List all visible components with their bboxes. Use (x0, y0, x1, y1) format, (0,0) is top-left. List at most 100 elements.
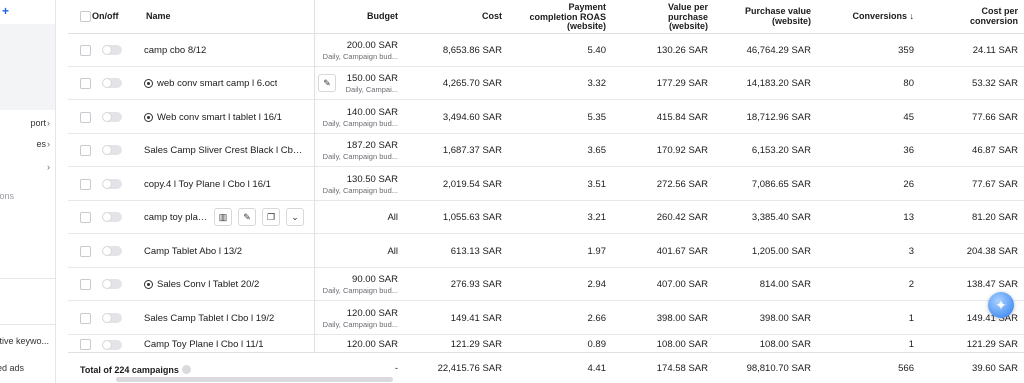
sidebar-item-ads[interactable]: ed ads (0, 363, 55, 379)
row-checkbox[interactable] (80, 168, 91, 200)
campaign-value-per-purchase: 272.56 SAR (656, 178, 708, 190)
info-icon[interactable] (181, 365, 191, 374)
row-checkbox[interactable] (80, 134, 91, 166)
campaign-name-text: Web conv smart l tablet l 16/1 (157, 111, 282, 123)
campaign-roas: 2.94 (587, 278, 607, 290)
campaign-name[interactable]: copy.4 l Toy Plane l Cbo l 16/1 (144, 168, 304, 200)
duplicate-icon[interactable]: ❐ (262, 208, 280, 226)
header-purchase-value[interactable]: Purchase value (website) (718, 0, 811, 33)
sidebar-item-es[interactable]: es › (0, 139, 55, 155)
campaign-budget[interactable]: 150.00 SAR Daily, Campai... (314, 67, 398, 99)
campaign-budget[interactable]: 90.00 SAR Daily, Campaign bud... (314, 268, 398, 300)
header-roas[interactable]: Payment completion ROAS (website) (504, 0, 606, 33)
table-row[interactable]: copy.4 l Toy Plane l Cbo l 16/1 130.50 SA… (68, 168, 1024, 201)
sidebar-item-label: ed ads (0, 363, 24, 373)
row-checkbox[interactable] (80, 302, 91, 334)
row-checkbox[interactable] (80, 235, 91, 267)
header-budget[interactable]: Budget (318, 0, 398, 33)
status-toggle[interactable] (102, 67, 122, 99)
sidebar-item-collapsed[interactable]: › (0, 162, 55, 178)
budget-amount: 120.00 SAR (346, 307, 398, 319)
status-toggle[interactable] (102, 336, 122, 353)
status-toggle[interactable] (102, 168, 122, 200)
header-value-per-purchase[interactable]: Value per purchase (website) (628, 0, 708, 33)
table-row[interactable]: camp toy plan... ▥ ✎ ❐ ⌄ All 1,055.63 SAR 3.21 2… (68, 201, 1024, 234)
sidebar-item-report[interactable]: port › (0, 118, 55, 134)
header-vpp-line: (website) (668, 21, 708, 31)
campaign-name-text: Sales Camp Tablet l Cbo l 19/2 (144, 312, 275, 324)
header-name[interactable]: Name (146, 0, 171, 33)
campaign-name[interactable]: Sales Conv l Tablet 20/2 (144, 268, 304, 300)
campaign-budget[interactable]: 187.20 SAR Daily, Campaign bud... (314, 134, 398, 166)
table-row[interactable]: Sales Conv l Tablet 20/2 90.00 SAR Daily, … (68, 268, 1024, 301)
budget-amount: 120.00 SAR (346, 339, 398, 350)
status-toggle[interactable] (102, 101, 122, 133)
campaign-name[interactable]: Camp Tablet Abo l 13/2 (144, 235, 304, 267)
sparkle-assistant-icon[interactable]: ✦ (988, 292, 1014, 318)
budget-type: Daily, Campaign bud... (322, 285, 398, 295)
campaign-budget[interactable]: 120.00 SAR (314, 336, 398, 353)
sidebar-item-ons: ons (0, 191, 55, 207)
campaign-budget[interactable]: 200.00 SAR Daily, Campaign bud... (314, 34, 398, 66)
header-pv-line: (website) (771, 15, 811, 26)
status-toggle[interactable] (102, 268, 122, 300)
campaign-name[interactable]: Sales Camp Sliver Crest Black l Cbo ... (144, 134, 304, 166)
campaign-budget[interactable]: 140.00 SAR Daily, Campaign bud... (314, 101, 398, 133)
campaign-cost: 2,019.54 SAR (442, 178, 502, 190)
header-cost-per-conversion[interactable]: Cost per conversion (928, 0, 1018, 33)
add-icon[interactable]: + (2, 4, 9, 18)
status-toggle[interactable] (102, 302, 122, 334)
row-checkbox[interactable] (80, 268, 91, 300)
header-onoff[interactable]: On/off (92, 0, 119, 33)
campaign-budget[interactable]: All (314, 235, 398, 267)
chart-icon[interactable]: ▥ (214, 208, 232, 226)
sidebar-selected-area (0, 24, 55, 110)
table-row[interactable]: Sales Camp Tablet l Cbo l 19/2 120.00 SAR… (68, 302, 1024, 335)
campaign-purchase-value: 398.00 SAR (759, 312, 811, 324)
budget-type: Daily, Campaign bud... (322, 51, 398, 61)
header-conversions[interactable]: Conversions ↓ (828, 0, 914, 33)
table-row[interactable]: Sales Camp Sliver Crest Black l Cbo ... 1… (68, 134, 1024, 167)
chevron-down-icon[interactable]: ⌄ (286, 208, 304, 226)
campaign-cost-per-conversion: 46.87 SAR (972, 144, 1018, 156)
campaign-name[interactable]: camp cbo 8/12 (144, 34, 304, 66)
campaign-cost: 613.13 SAR (450, 245, 502, 257)
campaign-roas: 1.97 (587, 245, 607, 257)
sidebar-item-keywords[interactable]: tive keywo... (0, 336, 55, 352)
campaign-purchase-value: 18,712.96 SAR (746, 111, 811, 123)
status-toggle[interactable] (102, 34, 122, 66)
campaign-budget[interactable]: All (314, 201, 398, 233)
campaign-name[interactable]: Camp Toy Plane l Cbo l 11/1 (144, 336, 304, 353)
edit-icon[interactable]: ✎ (238, 208, 256, 226)
select-all-checkbox[interactable] (80, 0, 91, 33)
sidebar-divider (0, 278, 55, 279)
campaign-budget[interactable]: 130.50 SAR Daily, Campaign bud... (314, 168, 398, 200)
campaign-name-text: camp toy plan... (144, 211, 210, 223)
campaign-budget[interactable]: 120.00 SAR Daily, Campaign bud... (314, 302, 398, 334)
table-row[interactable]: Web conv smart l tablet l 16/1 140.00 SAR… (68, 101, 1024, 134)
campaign-name[interactable]: web conv smart camp l 6.oct (144, 67, 304, 99)
campaign-name[interactable]: Web conv smart l tablet l 16/1 (144, 101, 304, 133)
campaign-cost-per-conversion: 24.11 SAR (972, 44, 1018, 56)
budget-type: Daily, Campaign bud... (322, 151, 398, 161)
status-toggle[interactable] (102, 235, 122, 267)
table-row[interactable]: camp cbo 8/12 200.00 SAR Daily, Campaign b… (68, 34, 1024, 67)
row-checkbox[interactable] (80, 34, 91, 66)
row-checkbox[interactable] (80, 336, 91, 353)
campaign-purchase-value: 108.00 SAR (759, 339, 811, 350)
campaign-name[interactable]: Sales Camp Tablet l Cbo l 19/2 (144, 302, 304, 334)
campaign-name[interactable]: camp toy plan... (144, 201, 210, 233)
horizontal-scrollbar[interactable] (116, 377, 393, 382)
campaign-cost: 276.93 SAR (450, 278, 502, 290)
table-header: On/off Name Budget Cost Payment completi… (68, 0, 1024, 34)
row-checkbox[interactable] (80, 67, 91, 99)
status-toggle[interactable] (102, 134, 122, 166)
status-toggle[interactable] (102, 201, 122, 233)
row-checkbox[interactable] (80, 101, 91, 133)
campaign-purchase-value: 46,764.29 SAR (746, 44, 811, 56)
header-cost[interactable]: Cost (418, 0, 502, 33)
table-row[interactable]: Camp Tablet Abo l 13/2 All 613.13 SAR 1.97 4… (68, 235, 1024, 268)
row-checkbox[interactable] (80, 201, 91, 233)
sidebar-item-label: es (36, 139, 46, 149)
table-row[interactable]: web conv smart camp l 6.oct ✎ 150.00 SAR Da… (68, 67, 1024, 100)
